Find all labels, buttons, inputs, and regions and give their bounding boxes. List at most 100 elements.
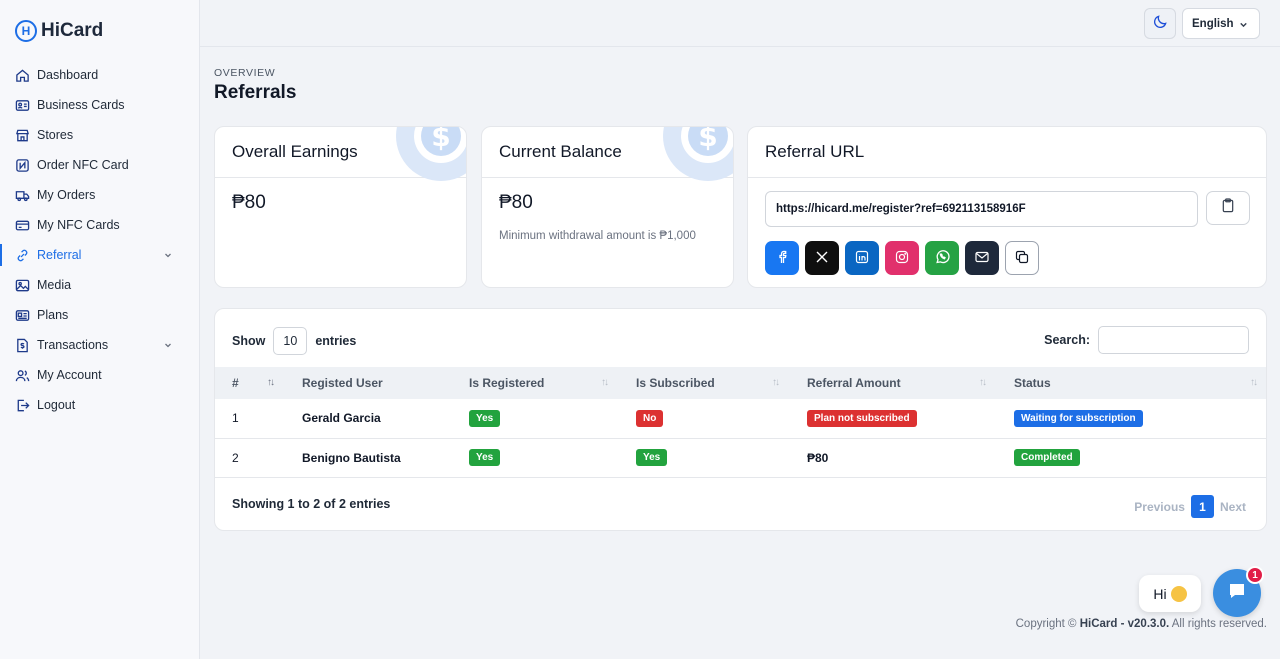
cell-number: 1 [232, 411, 239, 426]
chat-greeting-bubble[interactable]: Hi [1139, 575, 1201, 612]
column-header-registered[interactable]: Is Registered ↑↓ [452, 367, 619, 399]
cell-user: Gerald Garcia [302, 411, 381, 426]
plans-icon [14, 307, 30, 323]
status-badge: No [636, 409, 664, 427]
referrals-table: # ↑↓ Registed User Is Registered ↑↓ Is Sub… [215, 367, 1266, 478]
sidebar-item-transactions[interactable]: Transactions [0, 330, 199, 360]
nfc-icon [14, 157, 30, 173]
logout-icon [14, 397, 30, 413]
page-button-current[interactable]: 1 [1190, 495, 1214, 518]
link-icon [14, 247, 30, 263]
page-title: Referrals [214, 82, 297, 103]
copyright-footer: Copyright © HiCard - v20.3.0. All rights… [1016, 618, 1267, 630]
share-instagram-button[interactable] [885, 241, 919, 275]
image-icon [14, 277, 30, 293]
cell-registered: Yes [452, 438, 619, 477]
status-badge: Yes [469, 449, 501, 466]
status-badge: Plan not subscribed [807, 409, 917, 427]
cell-status: Waiting for subscription [997, 399, 1266, 438]
sidebar-item-dashboard[interactable]: Dashboard [0, 60, 199, 90]
sort-icon: ↑↓ [772, 377, 780, 388]
sidebar-item-label: Media [37, 278, 72, 292]
linkedin-icon [855, 250, 869, 267]
page-overline: OVERVIEW [214, 67, 276, 79]
sort-icon: ↑↓ [267, 377, 275, 388]
sidebar-item-stores[interactable]: Stores [0, 120, 199, 150]
cell-status: Completed [997, 438, 1266, 477]
share-facebook-button[interactable] [765, 241, 799, 275]
column-header-user[interactable]: Registed User [285, 367, 452, 399]
next-page-button[interactable]: Next [1217, 500, 1249, 514]
referrals-table-card: Show 10 entries Search: # ↑↓ Registed Use… [214, 308, 1267, 531]
sidebar-item-label: Logout [37, 398, 76, 412]
sidebar-item-referral[interactable]: Referral [0, 240, 199, 270]
column-header-subscribed[interactable]: Is Subscribed ↑↓ [619, 367, 790, 399]
moon-icon [1153, 14, 1168, 34]
hicard-logo-icon: H [15, 20, 37, 42]
show-label: Show [232, 334, 266, 348]
previous-page-button[interactable]: Previous [1131, 500, 1188, 514]
share-x-button[interactable] [805, 241, 839, 275]
card-icon [14, 217, 30, 233]
column-header-amount[interactable]: Referral Amount ↑↓ [790, 367, 997, 399]
page-size-select[interactable]: 10 [273, 327, 308, 355]
current-balance-card: $ Current Balance ₱80 Minimum withdrawal… [481, 126, 734, 288]
sidebar-item-label: Order NFC Card [37, 158, 129, 172]
referral-url-card: Referral URL https://hicard.me/register?… [747, 126, 1267, 288]
cell-amount: Plan not subscribed [790, 399, 997, 438]
language-select[interactable]: English [1182, 8, 1260, 39]
search-label: Search: [1044, 333, 1090, 347]
whatsapp-icon [935, 249, 950, 267]
column-header-status[interactable]: Status ↑↓ [997, 367, 1266, 399]
sidebar-item-media[interactable]: Media [0, 270, 199, 300]
chevron-down-icon [163, 339, 173, 353]
share-whatsapp-button[interactable] [925, 241, 959, 275]
table-row: 1 Gerald Garcia Yes No Plan not subscrib… [215, 399, 1266, 438]
cell-registered: Yes [452, 399, 619, 438]
truck-icon [14, 187, 30, 203]
store-icon [14, 127, 30, 143]
sidebar-item-label: My Orders [37, 188, 96, 202]
chat-bubble-icon [1227, 581, 1247, 606]
sidebar-item-my-account[interactable]: My Account [0, 360, 199, 390]
clipboard-icon [1221, 198, 1235, 218]
copyright-suffix: All rights reserved. [1171, 618, 1267, 630]
copy-icon [1015, 250, 1029, 267]
sidebar-item-label: My NFC Cards [37, 218, 120, 232]
language-label: English [1192, 17, 1234, 30]
dollar-doc-icon [14, 337, 30, 353]
sidebar-item-business-cards[interactable]: Business Cards [0, 90, 199, 120]
brand-name: HiCard [41, 20, 104, 41]
overall-earnings-card: $ Overall Earnings ₱80 [214, 126, 467, 288]
copyright-brand[interactable]: HiCard - v20.3.0. [1080, 618, 1169, 630]
brand-logo[interactable]: H HiCard [15, 18, 103, 44]
status-badge: Waiting for subscription [1014, 409, 1143, 427]
sidebar-item-my-nfc-cards[interactable]: My NFC Cards [0, 210, 199, 240]
status-badge: Completed [1014, 449, 1080, 466]
sidebar-item-label: Stores [37, 128, 74, 142]
sidebar-item-label: Business Cards [37, 98, 125, 112]
chevron-down-icon [1238, 19, 1249, 33]
column-header-number[interactable]: # ↑↓ [215, 367, 285, 399]
referral-url-field[interactable]: https://hicard.me/register?ref=692113158… [765, 191, 1198, 227]
table-info: Showing 1 to 2 of 2 entries [232, 497, 391, 511]
sidebar-item-plans[interactable]: Plans [0, 300, 199, 330]
home-icon [14, 67, 30, 83]
sidebar-item-logout[interactable]: Logout [0, 390, 199, 420]
sidebar-item-my-orders[interactable]: My Orders [0, 180, 199, 210]
chevron-down-icon [163, 249, 173, 263]
earnings-amount: ₱80 [232, 192, 266, 213]
share-email-button[interactable] [965, 241, 999, 275]
cell-user: Benigno Bautista [302, 450, 401, 465]
search-input[interactable] [1098, 326, 1249, 354]
theme-toggle-button[interactable] [1144, 8, 1176, 39]
email-icon [975, 250, 989, 266]
instagram-icon [895, 250, 909, 267]
sidebar-item-order-nfc-card[interactable]: Order NFC Card [0, 150, 199, 180]
sort-icon: ↑↓ [979, 377, 987, 388]
copy-url-button[interactable] [1206, 191, 1250, 225]
share-linkedin-button[interactable] [845, 241, 879, 275]
share-copy-button[interactable] [1005, 241, 1039, 275]
status-badge: Yes [636, 449, 668, 466]
sidebar: H HiCard Dashboard Business Cards Stores… [0, 0, 200, 659]
